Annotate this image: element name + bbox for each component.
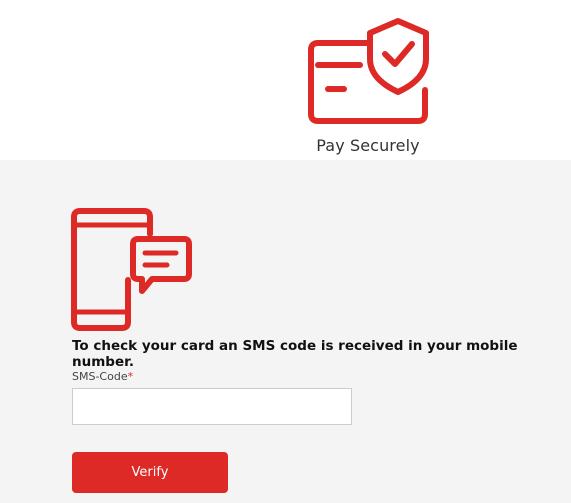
sms-code-label-text: SMS-Code bbox=[72, 370, 128, 383]
sms-code-input[interactable] bbox=[72, 388, 352, 425]
header: Pay Securely bbox=[0, 0, 571, 160]
mobile-sms-icon bbox=[71, 208, 192, 331]
required-mark: * bbox=[127, 370, 134, 383]
sms-code-label: SMS-Code* bbox=[72, 370, 133, 383]
sms-verification-panel: To check your card an SMS code is receiv… bbox=[0, 160, 571, 503]
brand-name: Pay Securely bbox=[316, 136, 420, 155]
verify-button[interactable]: Verify bbox=[72, 452, 228, 493]
card-shield-check-icon bbox=[308, 18, 429, 124]
instruction-text: To check your card an SMS code is receiv… bbox=[72, 338, 518, 370]
